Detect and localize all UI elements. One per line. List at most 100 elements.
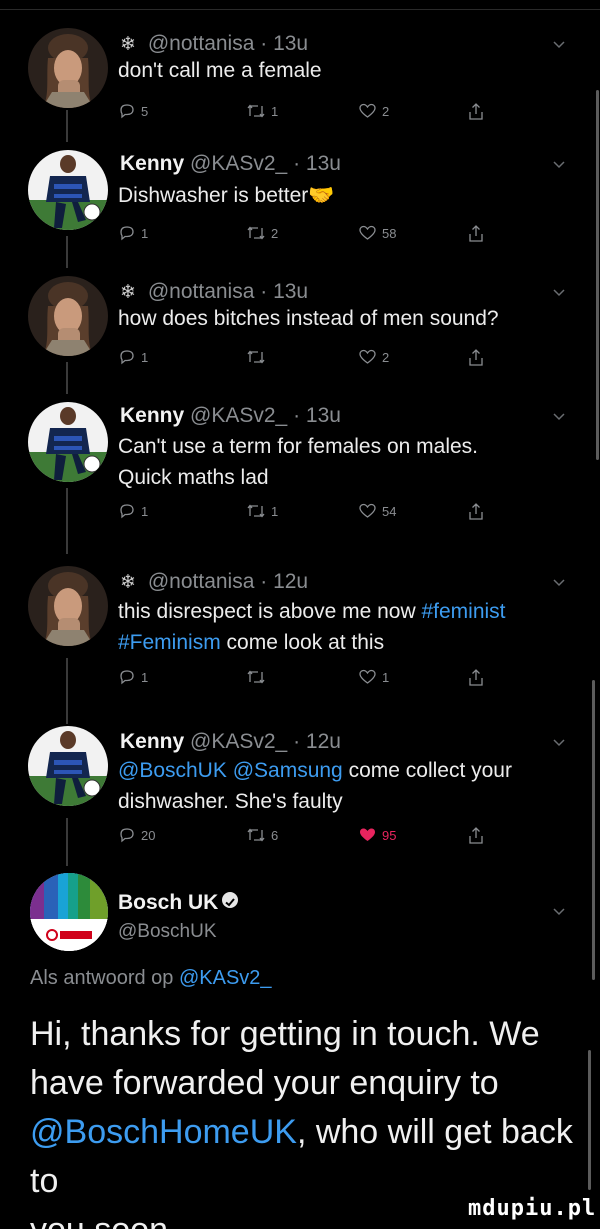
like-count: 2 [382,349,390,365]
display-name[interactable]: Kenny [120,404,184,427]
timestamp[interactable]: 13u [306,404,341,427]
chevron-down-icon[interactable] [552,576,566,590]
display-name-emoji-icon[interactable]: ❄ [120,281,142,304]
retweet-icon [246,224,266,242]
reply-button[interactable]: 20 [118,826,155,844]
retweet-button[interactable]: 1 [246,502,278,520]
retweet-count: 2 [271,225,279,241]
display-name-emoji-icon[interactable]: ❄ [120,571,142,594]
tweet-header: Kenny @KASv2_ · 12u [120,730,341,754]
share-icon [468,668,484,687]
user-handle[interactable]: @KASv2_ [190,404,287,427]
reply-button[interactable]: 1 [118,224,148,242]
tweet-text-line: #Feminism come look at this [118,627,506,658]
hashtag-or-mention-link[interactable]: #feminist [421,600,505,623]
avatar[interactable] [28,402,108,482]
user-handle[interactable]: @KASv2_ [190,152,287,175]
share-button[interactable] [468,826,484,845]
tweet-text: this disrespect is above me now #feminis… [118,596,506,658]
retweet-button[interactable]: 2 [246,224,278,242]
display-name-emoji-icon[interactable]: ❄ [120,33,142,56]
tweet-text: @BoschUK @Samsung come collect your dishw… [118,755,512,817]
user-handle[interactable]: @nottanisa [148,32,255,55]
share-button[interactable] [468,224,484,243]
reply-count: 1 [141,669,149,685]
share-button[interactable] [468,102,484,121]
hashtag-or-mention-link[interactable]: #Feminism [118,631,221,654]
share-icon [468,348,484,367]
tweet-header: ❄ @nottanisa · 12u [120,570,308,594]
tweet-text-line: dishwasher. She's faulty [118,790,343,813]
tweet-text-fragment: this disrespect is above me now [118,600,422,623]
like-count: 1 [382,669,390,685]
reply-button[interactable]: 1 [118,502,148,520]
timestamp[interactable]: 13u [306,152,341,175]
tweet-actions: 11 [118,668,518,694]
reply-button[interactable]: 1 [118,668,148,686]
heart-icon [358,668,377,686]
avatar[interactable] [28,726,108,806]
thread-line [66,488,68,554]
watermark: mdupiu.pl [468,1196,597,1221]
user-handle[interactable]: @nottanisa [148,280,255,303]
bosch-name-text[interactable]: Bosch UK [118,891,218,914]
hashtag-or-mention-link[interactable]: @BoschUK [118,759,227,782]
avatar[interactable] [28,150,108,230]
retweet-button[interactable]: 6 [246,826,278,844]
display-name[interactable]: Kenny [120,730,184,753]
share-button[interactable] [468,668,484,687]
bosch-display-name[interactable]: Bosch UK [118,891,239,915]
reply-to-handle[interactable]: @KASv2_ [179,967,272,989]
chevron-down-icon[interactable] [552,158,566,172]
reply-count: 1 [141,503,149,519]
like-button[interactable]: 95 [358,826,396,844]
avatar[interactable] [28,276,108,356]
retweet-button[interactable] [246,348,266,366]
timestamp[interactable]: 12u [306,730,341,753]
tweet-header: Kenny @KASv2_ · 13u [120,152,341,176]
timestamp[interactable]: 13u [273,32,308,55]
share-button[interactable] [468,502,484,521]
separator-dot: · [254,32,274,55]
user-handle[interactable]: @KASv2_ [190,730,287,753]
reply-to-line: Als antwoord op @KASv2_ [30,967,272,990]
like-button[interactable]: 2 [358,348,389,366]
verified-icon [222,892,239,908]
like-button[interactable]: 1 [358,668,389,686]
chevron-down-icon[interactable] [552,410,566,424]
share-icon [468,502,484,521]
chevron-down-icon[interactable] [552,38,566,52]
like-count: 2 [382,103,390,119]
avatar[interactable] [30,873,108,951]
retweet-icon [246,348,266,366]
scrollbar[interactable] [592,680,595,980]
heart-icon [358,102,377,120]
bosch-logo-icon [30,873,108,951]
like-button[interactable]: 58 [358,224,396,242]
retweet-count: 1 [271,503,279,519]
retweet-button[interactable] [246,668,266,686]
timestamp[interactable]: 12u [273,570,308,593]
like-button[interactable]: 54 [358,502,396,520]
share-button[interactable] [468,348,484,367]
avatar[interactable] [28,28,108,108]
tweet-text-fragment: come collect your [342,759,512,782]
avatar[interactable] [28,566,108,646]
scrollbar[interactable] [596,90,599,460]
chevron-down-icon[interactable] [552,736,566,750]
like-button[interactable]: 2 [358,102,389,120]
reply-button[interactable]: 5 [118,102,148,120]
chevron-down-icon[interactable] [552,286,566,300]
reply-button[interactable]: 1 [118,348,148,366]
mention-link[interactable]: @BoschHomeUK [30,1113,297,1151]
chevron-down-icon[interactable] [552,905,566,919]
hashtag-or-mention-link[interactable]: @Samsung [233,759,343,782]
share-icon [468,224,484,243]
timestamp[interactable]: 13u [273,280,308,303]
tweet-text-line: Can't use a term for females on males. [118,435,478,458]
display-name[interactable]: Kenny [120,152,184,175]
scrollbar[interactable] [588,1050,591,1190]
retweet-button[interactable]: 1 [246,102,278,120]
user-handle[interactable]: @nottanisa [148,570,255,593]
bosch-handle[interactable]: @BoschUK [118,921,217,943]
